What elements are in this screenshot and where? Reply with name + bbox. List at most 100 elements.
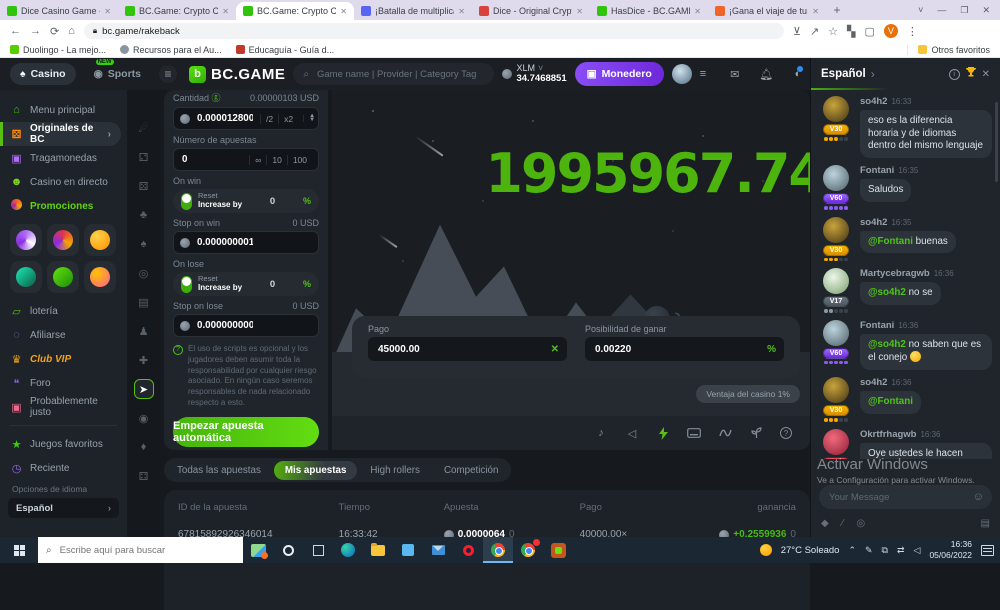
- seed-icon[interactable]: [749, 426, 763, 440]
- avatar[interactable]: [823, 429, 849, 455]
- home-button[interactable]: ⌂: [68, 25, 75, 37]
- bell-icon[interactable]: 🔔︎: [759, 68, 773, 81]
- bets-count-field[interactable]: ∞ 10 100: [173, 148, 319, 171]
- tab-close-icon[interactable]: ✕: [458, 7, 465, 16]
- taskbar-clock[interactable]: 16:36 05/06/2022: [929, 539, 972, 560]
- browser-tab[interactable]: HasDice - BC.GAME ✕: [590, 2, 708, 20]
- taskbar-app-cortana[interactable]: [273, 537, 303, 563]
- taskbar-app-mail[interactable]: [423, 537, 453, 563]
- stop-on-lose-input[interactable]: [195, 319, 255, 332]
- other-bookmarks[interactable]: Otros favoritos: [907, 45, 990, 55]
- task-view-button[interactable]: [303, 537, 333, 563]
- chat-username[interactable]: Fontani16:35: [860, 165, 992, 176]
- trophy-icon[interactable]: [965, 65, 977, 83]
- rail-game-icon[interactable]: ⚄: [134, 176, 154, 196]
- taskbar-app-chrome-2[interactable]: [513, 537, 543, 563]
- chat-toggle-icon[interactable]: ◖: [793, 68, 800, 80]
- on-win-value[interactable]: 0: [270, 196, 275, 207]
- sidebar-item-reciente[interactable]: ◷ Reciente: [0, 456, 127, 480]
- chat-scrollbar[interactable]: [995, 102, 998, 182]
- casino-toggle[interactable]: ♠ Casino: [10, 63, 76, 85]
- tab-close-icon[interactable]: ✕: [812, 7, 819, 16]
- amount-stepper[interactable]: ▲▼: [303, 115, 315, 122]
- promo-tile-roulette[interactable]: [47, 224, 79, 256]
- bookmark-item[interactable]: Recursos para el Au...: [120, 45, 222, 55]
- turbo-bolt-icon[interactable]: [656, 426, 670, 440]
- browser-tab[interactable]: ¡Gana el viaje de tu vida! - 25 an ✕: [708, 2, 826, 20]
- tab-todas-las-apuestas[interactable]: Todas las apuestas: [166, 461, 272, 480]
- mention[interactable]: @so4h2: [868, 339, 906, 350]
- sidebar-item-juegos-favoritos[interactable]: ★ Juegos favoritos: [0, 432, 127, 456]
- stop-on-lose-field[interactable]: [173, 314, 319, 337]
- on-lose-toggle[interactable]: [181, 276, 192, 293]
- currency-selector[interactable]: XLM ˅ 34.7468851: [502, 64, 566, 84]
- window-close-button[interactable]: ✕: [982, 5, 990, 16]
- promo-tile-spin[interactable]: [10, 224, 42, 256]
- tab-close-icon[interactable]: ✕: [222, 7, 229, 16]
- inbox-icon[interactable]: ✉: [730, 68, 739, 81]
- chat-username[interactable]: Okrtfrhagwb16:36: [860, 429, 992, 440]
- taskbar-app-store[interactable]: [393, 537, 423, 563]
- action-center-icon[interactable]: [981, 545, 994, 556]
- rail-game-icon-active[interactable]: ➤: [134, 379, 154, 399]
- sound-icon[interactable]: ◁: [625, 426, 639, 440]
- coin-drop-icon[interactable]: ◎: [856, 518, 865, 529]
- avatar[interactable]: [823, 96, 849, 122]
- taskbar-app-explorer[interactable]: [363, 537, 393, 563]
- tab-close-icon[interactable]: ✕: [576, 7, 583, 16]
- tab-search-icon[interactable]: ˅: [918, 5, 923, 15]
- live-stats-icon[interactable]: [718, 426, 732, 440]
- tray-volume-icon[interactable]: ◁: [914, 545, 921, 556]
- wallet-button[interactable]: ▣ Monedero: [575, 62, 664, 86]
- half-bet-button[interactable]: /2: [260, 114, 278, 124]
- taskbar-app-bcgame[interactable]: [543, 537, 573, 563]
- avatar[interactable]: [823, 217, 849, 243]
- browser-menu-icon[interactable]: ⋮: [907, 25, 918, 38]
- tab-competicion[interactable]: Competición: [433, 461, 509, 480]
- promo-tile-piggy[interactable]: [84, 224, 116, 256]
- header-menu-icon[interactable]: ≡: [159, 65, 177, 83]
- taskbar-app-opera[interactable]: [453, 537, 483, 563]
- infinite-bets-button[interactable]: ∞: [249, 155, 266, 165]
- ten-bets-button[interactable]: 10: [266, 155, 286, 165]
- browser-tab[interactable]: BC.Game: Crypto Casino Games ✕: [118, 2, 236, 20]
- rail-game-icon[interactable]: ♟: [134, 321, 154, 341]
- emoji-picker-icon[interactable]: ☺: [973, 491, 984, 503]
- bcgame-logo[interactable]: b BC.GAME: [189, 66, 285, 83]
- chat-close-icon[interactable]: ✕: [982, 69, 990, 80]
- promo-tile-rocket[interactable]: [10, 261, 42, 293]
- window-minimize-button[interactable]: —: [937, 5, 946, 15]
- back-button[interactable]: ←: [10, 25, 21, 37]
- mention[interactable]: @Fontani: [868, 396, 913, 407]
- share-icon[interactable]: ↗: [810, 25, 819, 38]
- user-menu-icon[interactable]: ≡: [700, 68, 706, 80]
- on-win-toggle[interactable]: [181, 193, 192, 210]
- rail-game-icon[interactable]: ◉: [134, 408, 154, 428]
- sidebar-item-tragamonedas[interactable]: ▣ Tragamonedas: [0, 146, 127, 170]
- chat-message-input[interactable]: [827, 491, 973, 504]
- tab-close-icon[interactable]: ✕: [104, 7, 111, 16]
- new-tab-button[interactable]: +: [826, 0, 848, 20]
- start-button[interactable]: [0, 537, 38, 563]
- install-icon[interactable]: ⊻: [793, 25, 801, 38]
- user-avatar[interactable]: [672, 64, 692, 84]
- payout-input[interactable]: [376, 343, 551, 356]
- browser-tab[interactable]: Dice Casino Game - BC.GAME ✕: [0, 2, 118, 20]
- weather-text[interactable]: 27°C Soleado: [781, 545, 840, 556]
- rail-game-icon[interactable]: ♠: [134, 234, 154, 254]
- browser-tab-active[interactable]: BC.Game: Crypto Casino Games ✕: [236, 2, 354, 20]
- sidebar-item-casino-directo[interactable]: ☻ Casino en directo: [0, 170, 127, 194]
- music-icon[interactable]: ♪: [594, 426, 608, 440]
- chat-username[interactable]: so4h216:35: [860, 217, 992, 228]
- rail-game-icon[interactable]: ◎: [134, 263, 154, 283]
- chat-keyboard-icon[interactable]: ▤: [981, 518, 990, 529]
- window-restore-button[interactable]: ❐: [960, 5, 968, 16]
- chat-input[interactable]: ☺: [819, 485, 992, 509]
- avatar[interactable]: [823, 165, 849, 191]
- taskbar-search-input[interactable]: [58, 544, 235, 557]
- chevron-right-icon[interactable]: ›: [871, 67, 875, 81]
- browser-profile-avatar[interactable]: V: [884, 24, 898, 38]
- browser-tab[interactable]: Dice - Original Crypto Games - B ✕: [472, 2, 590, 20]
- sidebar-item-menu-principal[interactable]: ⌂ Menu principal: [0, 98, 127, 122]
- sidebar-item-loteria[interactable]: ▱ lotería: [0, 299, 127, 323]
